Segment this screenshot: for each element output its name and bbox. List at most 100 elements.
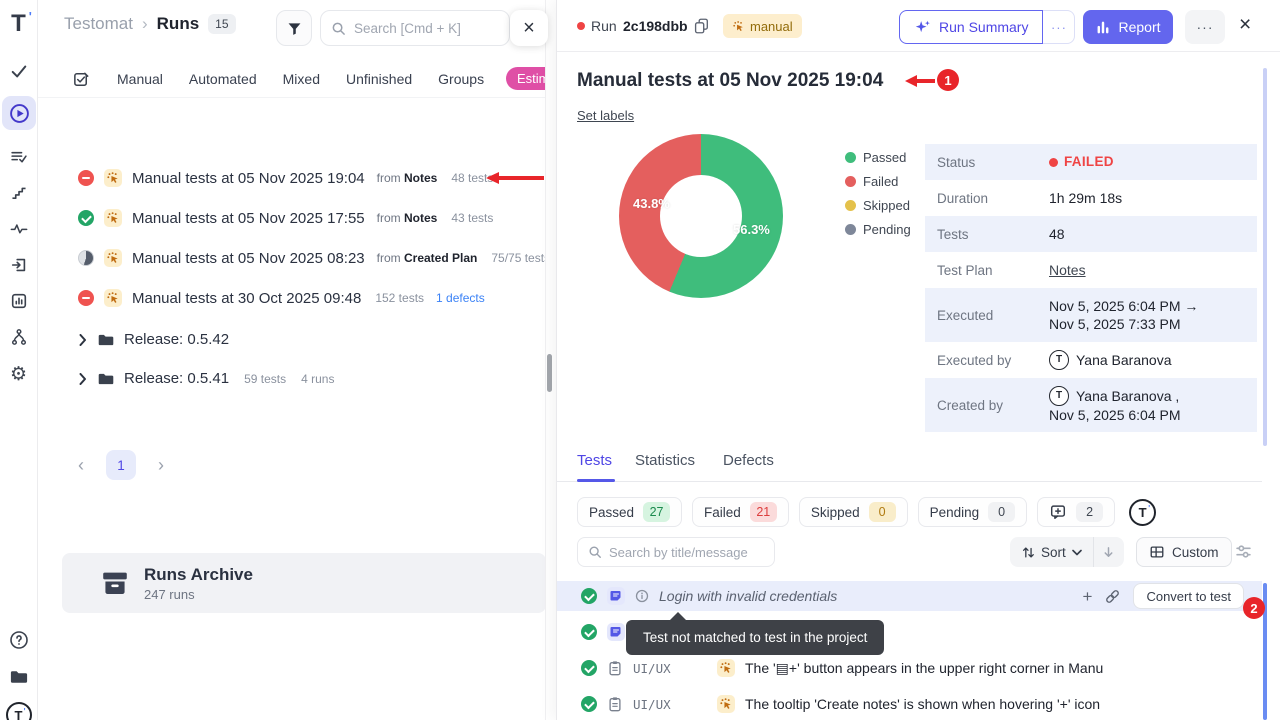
view-settings-icon[interactable] xyxy=(1235,543,1252,560)
results-donut-chart: 43.8% 56.3% xyxy=(619,134,783,298)
chip-skipped[interactable]: Skipped0 xyxy=(799,497,908,527)
more-actions-button[interactable]: ··· xyxy=(1185,10,1225,44)
failed-dot-icon xyxy=(1049,158,1058,167)
chip-failed[interactable]: Failed21 xyxy=(692,497,789,527)
tab-defects[interactable]: Defects xyxy=(723,452,774,469)
chip-comments[interactable]: 2 xyxy=(1037,497,1115,527)
help-icon[interactable] xyxy=(9,630,29,650)
annotation-badge-2: 2 xyxy=(1243,597,1265,619)
user-avatar: T xyxy=(1049,350,1069,370)
funnel-icon xyxy=(286,20,303,37)
copy-icon[interactable] xyxy=(693,17,709,35)
info-row-duration: Duration 1h 29m 18s xyxy=(925,180,1257,216)
test-list-nav-icon[interactable] xyxy=(9,148,28,166)
manual-type-badge: manual xyxy=(723,14,802,38)
duration-value: 1h 29m 18s xyxy=(1049,189,1122,207)
run-row[interactable]: Manual tests at 05 Nov 2025 17:55 from N… xyxy=(78,198,544,238)
breadcrumb: Testomat › Runs 15 xyxy=(64,14,236,34)
report-button[interactable]: Report xyxy=(1083,10,1173,44)
runs-search[interactable] xyxy=(320,10,510,46)
sort-button[interactable]: Sort xyxy=(1010,545,1093,560)
filter-groups[interactable]: Groups xyxy=(438,71,484,87)
close-icon: × xyxy=(1239,13,1251,36)
note-icon xyxy=(607,623,625,641)
runs-filters: Manual Automated Mixed Unfinished Groups xyxy=(72,64,484,94)
release-row[interactable]: Release: 0.5.42 xyxy=(78,320,334,359)
steps-nav-icon[interactable] xyxy=(10,184,28,201)
filter-button[interactable] xyxy=(276,10,312,46)
skipped-count-badge: 0 xyxy=(869,502,896,522)
release-row[interactable]: Release: 0.5.41 59 tests 4 runs xyxy=(78,359,334,398)
set-labels-link[interactable]: Set labels xyxy=(577,108,634,123)
detail-scrollbar[interactable] xyxy=(1263,68,1267,446)
next-page-button[interactable]: › xyxy=(158,456,164,474)
releases-list: Release: 0.5.42 Release: 0.5.41 59 tests… xyxy=(78,320,334,398)
run-title: Manual tests at 05 Nov 2025 17:55 xyxy=(132,210,365,227)
report-label: Report xyxy=(1118,19,1160,35)
release-name: Release: 0.5.41 xyxy=(124,370,229,387)
prev-page-button[interactable]: ‹ xyxy=(78,456,84,474)
convert-to-test-button[interactable]: Convert to test xyxy=(1133,583,1244,609)
runs-archive-banner[interactable]: Runs Archive 247 runs xyxy=(62,553,546,613)
clipboard-icon xyxy=(607,696,623,713)
archive-box-icon xyxy=(100,569,130,597)
tests-search-input[interactable] xyxy=(609,545,759,560)
run-summary-button[interactable]: Run Summary xyxy=(899,10,1043,44)
run-defects-link[interactable]: 1 defects xyxy=(436,291,485,305)
annotation-badge-1: 1 xyxy=(937,69,959,91)
branch-nav-icon[interactable] xyxy=(10,328,28,346)
add-icon[interactable]: + xyxy=(1083,588,1093,605)
tests-count-value: 48 xyxy=(1049,225,1065,243)
analytics-nav-icon[interactable] xyxy=(9,292,28,310)
activity-nav-icon[interactable] xyxy=(9,220,28,237)
filters-divider xyxy=(38,97,546,98)
app-logo[interactable]: T' xyxy=(11,12,26,36)
custom-view-button[interactable]: Custom xyxy=(1136,537,1232,567)
chip-passed[interactable]: Passed27 xyxy=(577,497,682,527)
filter-mixed[interactable]: Mixed xyxy=(283,71,320,87)
comments-count-badge: 2 xyxy=(1076,502,1103,522)
legend-dot xyxy=(845,224,856,235)
run-from: from Created Plan xyxy=(377,251,478,265)
assignee-avatar[interactable]: T' xyxy=(1129,499,1156,526)
runs-panel-scrollbar[interactable] xyxy=(547,354,552,392)
chip-pending[interactable]: Pending0 xyxy=(918,497,1028,527)
checks-nav-icon[interactable] xyxy=(9,62,28,80)
multiselect-icon[interactable] xyxy=(72,70,91,89)
run-row[interactable]: Manual tests at 30 Oct 2025 09:48 152 te… xyxy=(78,278,544,318)
test-plan-link[interactable]: Notes xyxy=(1049,261,1086,279)
link-icon[interactable] xyxy=(1104,588,1121,605)
test-row[interactable]: UI/UX The '▤+' button appears in the upp… xyxy=(557,653,1262,683)
tab-tests[interactable]: Tests xyxy=(577,452,612,469)
panel-close-button[interactable]: × xyxy=(510,10,548,46)
detail-close-button[interactable]: × xyxy=(1239,14,1251,35)
import-nav-icon[interactable] xyxy=(9,256,28,274)
breadcrumb-project[interactable]: Testomat xyxy=(64,14,133,34)
filter-manual[interactable]: Manual xyxy=(117,71,163,87)
account-avatar[interactable]: T' xyxy=(6,702,32,720)
test-tag: UI/UX xyxy=(633,661,685,676)
passed-count-badge: 27 xyxy=(643,502,670,522)
settings-gear-icon[interactable]: ⚙ xyxy=(10,363,27,386)
run-summary-more-button[interactable]: ··· xyxy=(1043,10,1075,44)
play-circle-icon xyxy=(9,103,30,124)
sort-direction-button[interactable] xyxy=(1094,537,1124,567)
tab-statistics[interactable]: Statistics xyxy=(635,452,695,469)
tests-search[interactable] xyxy=(577,537,775,567)
run-tests-count: 152 tests xyxy=(375,291,424,305)
runs-search-input[interactable] xyxy=(354,21,494,36)
run-row[interactable]: Manual tests at 05 Nov 2025 08:23 from C… xyxy=(78,238,544,278)
icon-rail: T' ⚙ T' xyxy=(0,0,38,720)
filter-unfinished[interactable]: Unfinished xyxy=(346,71,412,87)
projects-folder-icon[interactable] xyxy=(9,668,29,686)
runs-nav-active[interactable] xyxy=(2,96,36,130)
legend-item-pending: Pending xyxy=(845,222,911,237)
filter-estimate-badge[interactable]: Estim xyxy=(506,67,546,90)
ellipsis-icon: ··· xyxy=(1197,19,1214,35)
test-row[interactable]: UI/UX The tooltip 'Create notes' is show… xyxy=(557,689,1262,719)
test-row[interactable]: Login with invalid credentials + Convert… xyxy=(557,581,1262,611)
run-row[interactable]: Manual tests at 05 Nov 2025 19:04 from N… xyxy=(78,158,544,198)
page-1-button[interactable]: 1 xyxy=(106,450,136,480)
filter-automated[interactable]: Automated xyxy=(189,71,257,87)
passed-status-icon xyxy=(78,210,94,226)
